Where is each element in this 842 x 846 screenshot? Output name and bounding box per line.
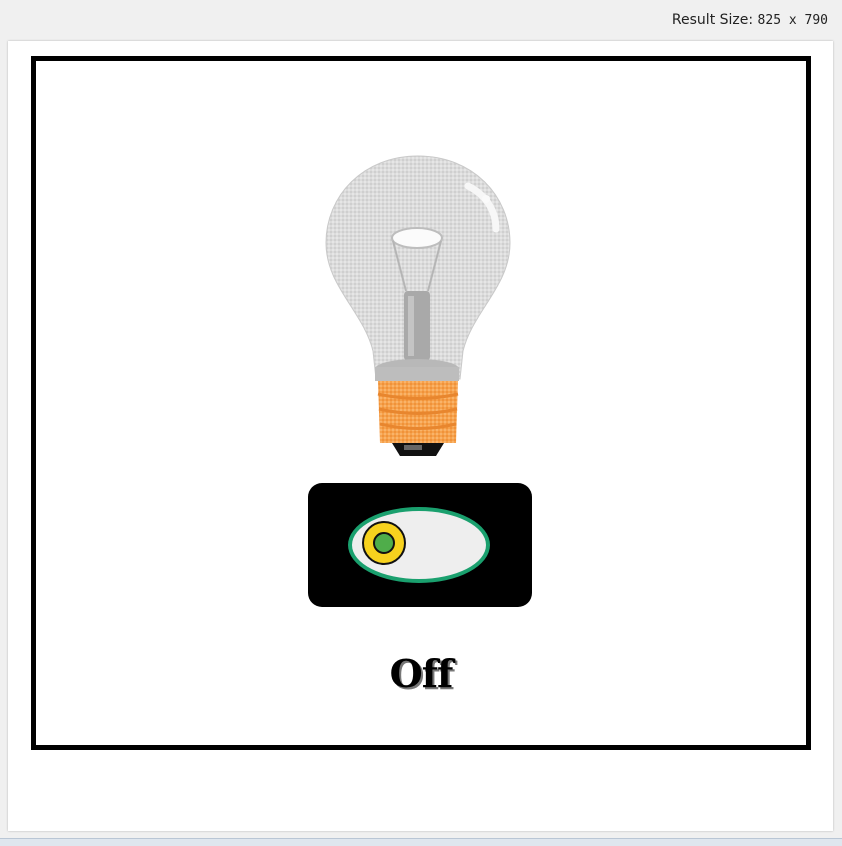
result-size-indicator: Result Size: 825 x 790 [672, 12, 828, 28]
result-panel: Off [8, 41, 833, 831]
toggle-switch-knob[interactable] [362, 521, 406, 565]
lamp-frame: Off [31, 56, 811, 750]
result-size-label: Result Size: [671, 12, 754, 28]
toggle-switch[interactable] [308, 483, 532, 607]
toggle-knob-center [373, 532, 395, 554]
result-header: Result Size: 825 x 790 [0, 0, 842, 40]
result-size-value: 825 x 790 [757, 13, 828, 28]
lamp-state-label: Off [389, 651, 454, 696]
toggle-switch-track[interactable] [348, 507, 490, 583]
light-bulb-icon [325, 155, 511, 456]
